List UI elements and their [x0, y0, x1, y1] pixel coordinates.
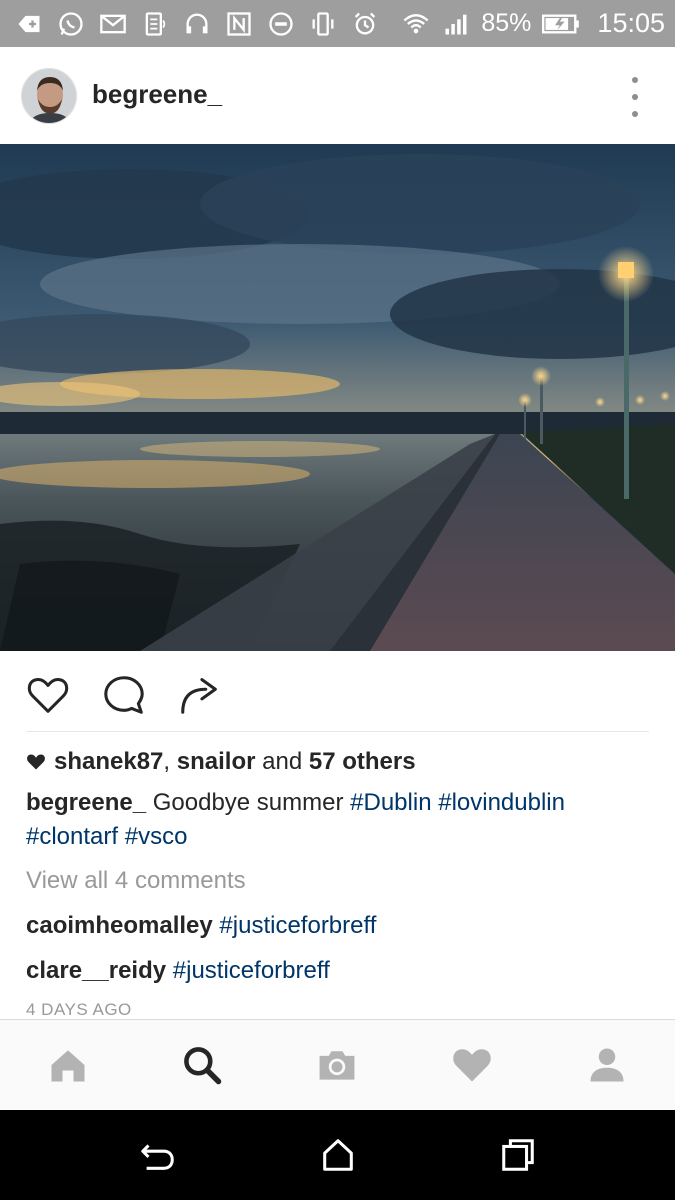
- likes-line: shanek87, snailor and 57 others: [26, 748, 416, 776]
- and-text: and: [262, 748, 303, 775]
- sim-icon: [140, 9, 170, 39]
- home-icon: [51, 1050, 85, 1082]
- search-icon: [184, 1047, 222, 1085]
- clock: 15:05: [597, 8, 665, 38]
- liked-by-others[interactable]: 57 others: [309, 748, 416, 776]
- wifi-icon: [401, 9, 431, 39]
- back-arrow-icon: [141, 1144, 174, 1170]
- comment-hashtag[interactable]: #justiceforbreff: [219, 912, 376, 939]
- battery-percent: 85%: [481, 9, 532, 37]
- battery-charging-icon: [541, 9, 581, 39]
- vibrate-icon: [308, 9, 338, 39]
- comment: clare__reidy #justiceforbreff: [26, 957, 330, 985]
- tab-search[interactable]: [177, 1040, 227, 1090]
- gmail-icon: [98, 9, 128, 39]
- comment-bubble-icon: [104, 676, 144, 714]
- nfc-icon: [224, 9, 254, 39]
- share-arrow-icon: [181, 678, 217, 714]
- heart-icon: [453, 1049, 491, 1082]
- dot-icon: [632, 111, 638, 117]
- share-button[interactable]: [176, 671, 224, 719]
- post-timestamp: 4 DAYS AGO: [26, 1000, 132, 1019]
- comment-username[interactable]: clare__reidy: [26, 957, 166, 984]
- recents-button[interactable]: [497, 1134, 539, 1176]
- post-username[interactable]: begreene_: [92, 79, 222, 110]
- like-button[interactable]: [24, 671, 72, 719]
- bottom-tab-bar: [0, 1019, 675, 1110]
- action-bar: [0, 651, 675, 731]
- liked-by-user[interactable]: shanek87: [54, 748, 163, 776]
- comment-button[interactable]: [100, 671, 148, 719]
- separator: ,: [163, 748, 171, 775]
- hashtag[interactable]: #clontarf: [26, 823, 118, 850]
- do-not-disturb-icon: [266, 9, 296, 39]
- comment-username[interactable]: caoimheomalley: [26, 912, 213, 939]
- heart-outline-icon: [27, 677, 69, 713]
- post-photo[interactable]: [0, 144, 675, 651]
- profile-icon: [590, 1048, 624, 1082]
- home-button[interactable]: [317, 1134, 359, 1176]
- caption: begreene_ Goodbye summer #Dublin #lovind…: [26, 786, 656, 854]
- dot-icon: [632, 77, 638, 83]
- heart-icon: [27, 754, 45, 770]
- status-bar: 85% 15:05: [0, 0, 675, 47]
- tab-activity[interactable]: [447, 1040, 497, 1090]
- hashtag[interactable]: #vsco: [125, 823, 188, 850]
- headphones-icon: [182, 9, 212, 39]
- hashtag[interactable]: #Dublin: [350, 789, 431, 816]
- whatsapp-icon: [56, 9, 86, 39]
- post-header: begreene_: [0, 47, 675, 144]
- more-options-button[interactable]: [623, 77, 647, 117]
- add-icon: [14, 9, 44, 39]
- hashtag[interactable]: #lovindublin: [438, 789, 565, 816]
- home-outline-icon: [323, 1139, 353, 1171]
- camera-icon: [319, 1051, 355, 1080]
- view-all-comments-link[interactable]: View all 4 comments: [26, 867, 246, 895]
- dot-icon: [632, 94, 638, 100]
- tab-camera[interactable]: [312, 1040, 362, 1090]
- back-button[interactable]: [137, 1134, 179, 1176]
- tab-home[interactable]: [43, 1040, 93, 1090]
- divider: [26, 731, 649, 732]
- tab-profile[interactable]: [582, 1040, 632, 1090]
- avatar[interactable]: [21, 68, 77, 124]
- comment: caoimheomalley #justiceforbreff: [26, 912, 376, 940]
- recent-apps-icon: [502, 1139, 534, 1171]
- system-nav-bar: [0, 1110, 675, 1200]
- caption-text: Goodbye summer: [152, 789, 344, 816]
- comment-hashtag[interactable]: #justiceforbreff: [173, 957, 330, 984]
- signal-icon: [441, 9, 471, 39]
- liked-by-user[interactable]: snailor: [177, 748, 256, 776]
- caption-username[interactable]: begreene_: [26, 789, 146, 816]
- alarm-icon: [350, 9, 380, 39]
